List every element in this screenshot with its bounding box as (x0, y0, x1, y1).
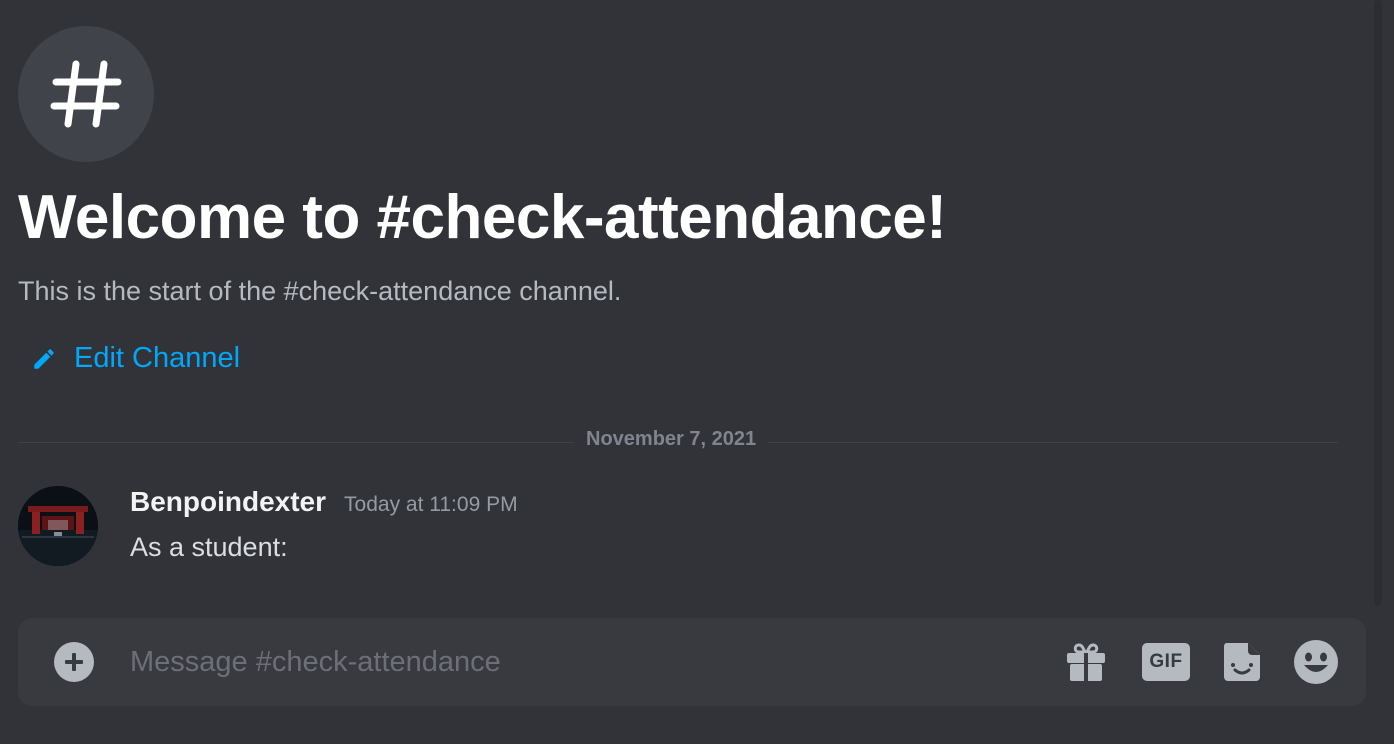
hash-icon (50, 60, 122, 128)
emoji-button[interactable] (1292, 638, 1340, 686)
message-header: Benpoindexter Today at 11:09 PM (130, 486, 518, 518)
gif-button[interactable]: GIF (1140, 638, 1192, 686)
username[interactable]: Benpoindexter (130, 486, 326, 518)
message-composer: GIF (18, 618, 1366, 706)
gift-button[interactable] (1064, 638, 1108, 686)
avatar-image (18, 486, 98, 566)
message-content: As a student: (130, 532, 288, 562)
message-input[interactable] (130, 636, 1030, 688)
channel-description: This is the start of the #check-attendan… (18, 276, 622, 306)
edit-channel-link[interactable]: Edit Channel (30, 342, 240, 375)
message-item[interactable]: Benpoindexter Today at 11:09 PM As a stu… (18, 486, 1358, 576)
user-avatar[interactable] (18, 486, 98, 566)
plus-circle-icon (65, 653, 83, 671)
edit-channel-label: Edit Channel (74, 342, 241, 374)
attach-button[interactable] (54, 642, 94, 682)
gif-icon: GIF (1142, 643, 1190, 681)
emoji-icon (1294, 640, 1338, 684)
chat-view: Welcome to #check-attendance! This is th… (0, 0, 1394, 744)
message-timestamp: Today at 11:09 PM (344, 493, 518, 516)
gift-icon (1067, 643, 1105, 681)
sticker-icon (1223, 643, 1260, 681)
scrollbar[interactable] (1374, 0, 1382, 606)
page-title: Welcome to #check-attendance! (18, 183, 947, 252)
date-divider-label: November 7, 2021 (574, 428, 769, 451)
channel-hash-avatar (18, 26, 154, 162)
pencil-icon (30, 345, 58, 373)
sticker-button[interactable] (1220, 638, 1264, 686)
